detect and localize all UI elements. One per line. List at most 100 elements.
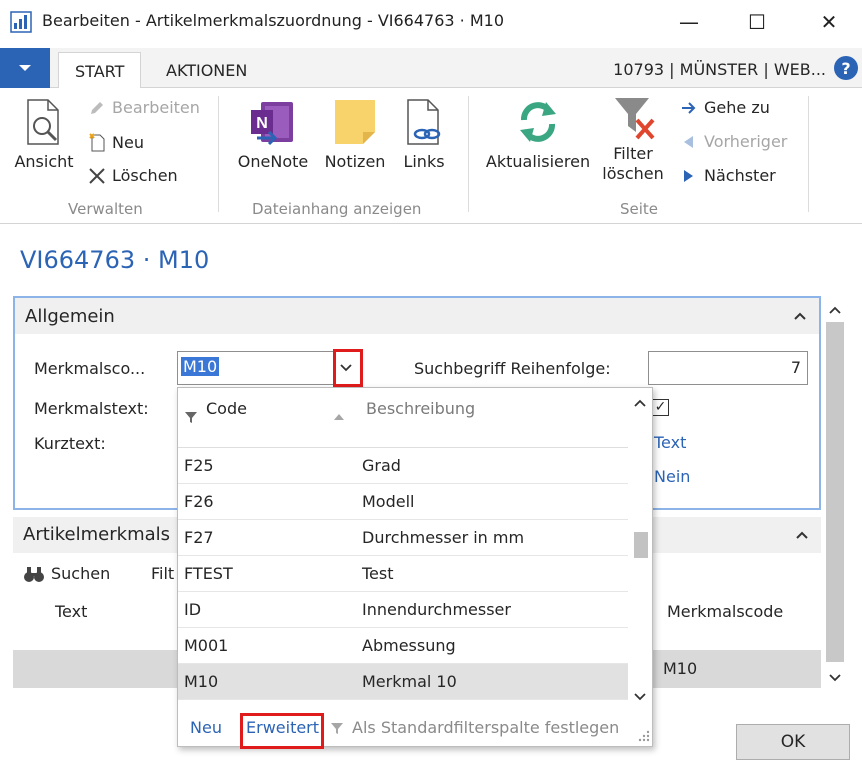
list-item[interactable]: F25 Grad: [178, 448, 628, 484]
list-item-code: M001: [184, 636, 229, 655]
pencil-icon: [91, 101, 103, 114]
list-item-selected[interactable]: M10 Merkmal 10: [178, 664, 628, 700]
list-item[interactable]: M001 Abmessung: [178, 628, 628, 664]
loeschen-button[interactable]: Löschen: [88, 166, 178, 185]
gehe-zu-button[interactable]: Gehe zu: [680, 98, 770, 117]
ribbon-tab-bar: START AKTIONEN 10793 | MÜNSTER | WEB... …: [0, 48, 862, 89]
view-document-icon: [27, 99, 59, 145]
list-item-code: FTEST: [184, 564, 233, 583]
collapse-icon[interactable]: [795, 528, 809, 542]
scrollbar-thumb[interactable]: [826, 322, 844, 662]
highlight-dropdown-button: [333, 349, 363, 387]
onenote-label: OneNote: [237, 152, 309, 171]
window-title: Bearbeiten - Artikelmerkmalszuordnung - …: [42, 11, 504, 30]
delete-x-icon: [89, 167, 105, 184]
row-merkmalscode: M10: [663, 659, 698, 678]
suchbegriff-reihenfolge-input[interactable]: 7: [648, 351, 808, 385]
scroll-up-icon[interactable]: [822, 300, 848, 320]
notizen-button[interactable]: Notizen: [320, 96, 390, 171]
resize-grip-icon[interactable]: [638, 730, 650, 742]
suchen-button[interactable]: Suchen: [23, 564, 110, 583]
checkbox[interactable]: ✓: [652, 399, 669, 416]
scroll-up-icon[interactable]: [628, 394, 652, 412]
notizen-label: Notizen: [324, 152, 386, 171]
lookup-standardfilter-link[interactable]: Als Standardfilterspalte festlegen: [352, 718, 619, 737]
list-item[interactable]: FTEST Test: [178, 556, 628, 592]
fasttab-title: Allgemein: [25, 306, 115, 327]
column-header-merkmalscode[interactable]: Merkmalscode: [667, 602, 783, 621]
minimize-button[interactable]: —: [660, 0, 718, 44]
collapse-icon[interactable]: [793, 309, 807, 323]
merkmalstext-label: Merkmalstext:: [34, 399, 149, 418]
group-label-verwalten: Verwalten: [68, 200, 143, 218]
links-button[interactable]: Links: [396, 96, 452, 171]
lookup-neu-link[interactable]: Neu: [190, 718, 222, 737]
list-item[interactable]: F26 Modell: [178, 484, 628, 520]
links-label: Links: [403, 152, 445, 171]
maximize-button[interactable]: ☐: [728, 0, 786, 44]
close-button[interactable]: ✕: [800, 0, 858, 44]
filter-truncated-label[interactable]: Filt: [151, 564, 174, 583]
onenote-button[interactable]: N OneNote: [234, 96, 312, 171]
triangle-left-icon: [684, 135, 693, 148]
typ-value-link[interactable]: Text: [654, 433, 686, 452]
scrollbar-thumb[interactable]: [634, 532, 648, 558]
naechster-button[interactable]: Nächster: [680, 166, 776, 185]
app-logo-icon: [10, 11, 32, 33]
group-label-seite: Seite: [620, 200, 659, 218]
bearbeiten-button[interactable]: Bearbeiten: [88, 98, 200, 117]
list-item-desc: Durchmesser in mm: [362, 528, 525, 547]
fasttab-title: Artikelmerkmals: [23, 524, 171, 545]
suchbegriff-reihenfolge-label: Suchbegriff Reihenfolge:: [414, 359, 611, 378]
ansicht-button[interactable]: Ansicht: [12, 98, 76, 171]
aktualisieren-button[interactable]: Aktualisieren: [482, 96, 594, 171]
vorheriger-label: Vorheriger: [704, 132, 788, 151]
vorheriger-button[interactable]: Vorheriger: [680, 132, 787, 151]
list-item-code: ID: [184, 600, 202, 619]
ok-button[interactable]: OK: [736, 724, 850, 760]
flag-value-link[interactable]: Nein: [654, 467, 690, 486]
column-header-text[interactable]: Text: [55, 602, 87, 621]
tab-aktionen[interactable]: AKTIONEN: [150, 52, 263, 88]
application-menu-button[interactable]: [0, 48, 50, 88]
clear-filter-icon: [615, 98, 655, 140]
ribbon-separator: [808, 96, 809, 212]
lookup-column-beschreibung[interactable]: Beschreibung: [366, 399, 475, 418]
list-item-desc: Abmessung: [362, 636, 456, 655]
title-bar: Bearbeiten - Artikelmerkmalszuordnung - …: [0, 0, 862, 44]
suchen-label: Suchen: [51, 564, 111, 583]
page-title: VI664763 · M10: [20, 246, 210, 274]
scroll-down-icon[interactable]: [822, 668, 848, 688]
group-label-dateianhang: Dateianhang anzeigen: [252, 200, 422, 218]
loeschen-label: Löschen: [112, 166, 178, 185]
page-scrollbar[interactable]: [822, 296, 848, 692]
link-document-icon: [407, 99, 441, 145]
filter-icon: [185, 412, 197, 423]
list-item[interactable]: F27 Durchmesser in mm: [178, 520, 628, 556]
suchbegriff-reihenfolge-value: 7: [790, 358, 801, 377]
lookup-scrollbar[interactable]: [628, 388, 652, 710]
merkmalscode-value: M10: [181, 357, 220, 376]
binoculars-icon: [24, 566, 44, 582]
company-indicator[interactable]: 10793 | MÜNSTER | WEB...: [613, 60, 826, 79]
lookup-column-code[interactable]: Code: [206, 399, 247, 418]
fasttab-header[interactable]: Allgemein: [15, 298, 819, 334]
gehe-zu-label: Gehe zu: [704, 98, 770, 117]
tab-start[interactable]: START: [58, 52, 142, 89]
triangle-right-icon: [684, 169, 693, 182]
filter-loeschen-label-1: Filter: [613, 144, 653, 163]
scroll-down-icon[interactable]: [628, 688, 652, 706]
list-item-desc: Modell: [362, 492, 415, 511]
neu-button[interactable]: Neu: [88, 132, 144, 152]
ansicht-label: Ansicht: [14, 152, 74, 171]
filter-icon: [331, 723, 343, 734]
naechster-label: Nächster: [704, 166, 776, 185]
arrow-right-icon: [682, 101, 696, 114]
merkmalscode-label: Merkmalsco...: [34, 359, 146, 378]
filter-loeschen-button[interactable]: Filter löschen: [598, 94, 668, 184]
ribbon: Ansicht Bearbeiten Neu Löschen Verwalten…: [0, 88, 862, 224]
filter-loeschen-label-2: löschen: [602, 164, 664, 183]
list-item[interactable]: ID Innendurchmesser: [178, 592, 628, 628]
list-item-code: F25: [184, 456, 214, 475]
help-icon[interactable]: ?: [834, 56, 858, 80]
